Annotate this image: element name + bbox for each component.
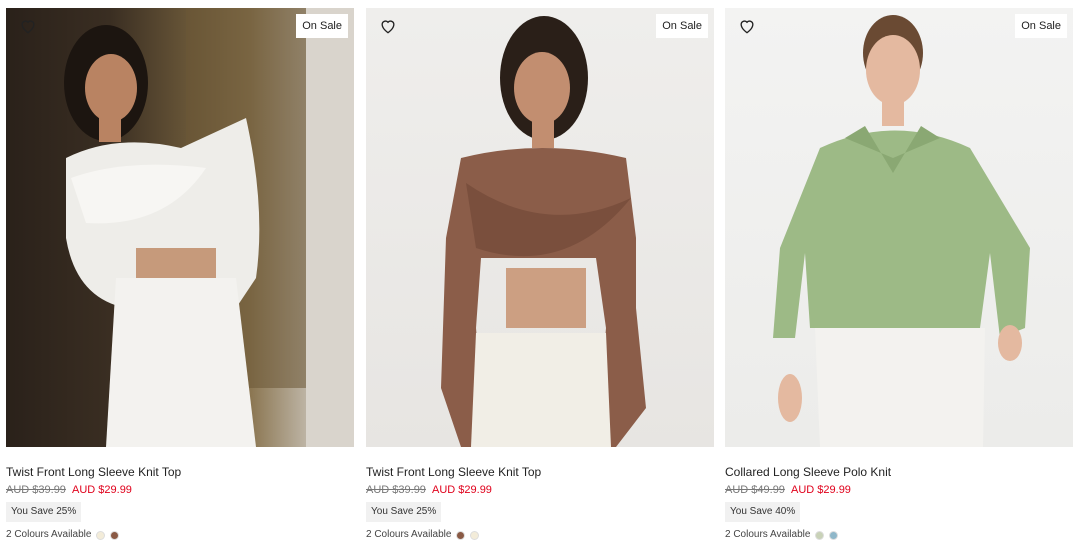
colour-options: 2 Colours Available <box>6 529 354 541</box>
original-price: AUD $39.99 <box>6 484 66 496</box>
colour-swatch[interactable] <box>96 530 106 540</box>
colour-options: 2 Colours Available <box>366 529 714 541</box>
colours-available-label: 2 Colours Available <box>6 529 92 540</box>
on-sale-badge: On Sale <box>296 14 348 38</box>
original-price: AUD $39.99 <box>366 484 426 496</box>
savings-badge: You Save 25% <box>366 502 442 522</box>
colour-swatch[interactable] <box>456 530 466 540</box>
colours-available-label: 2 Colours Available <box>366 529 452 540</box>
price-row: AUD $39.99 AUD $29.99 <box>6 484 354 497</box>
product-card[interactable]: On Sale Twist Front Long Sleeve Knit Top… <box>6 8 354 541</box>
product-title[interactable]: Twist Front Long Sleeve Knit Top <box>6 465 354 479</box>
product-photo-illustration <box>773 15 1030 447</box>
price-row: AUD $49.99 AUD $29.99 <box>725 484 1073 497</box>
sale-price: AUD $29.99 <box>72 484 132 496</box>
product-title[interactable]: Collared Long Sleeve Polo Knit <box>725 465 1073 479</box>
price-row: AUD $39.99 AUD $29.99 <box>366 484 714 497</box>
colour-swatch[interactable] <box>829 530 839 540</box>
colour-options: 2 Colours Available <box>725 529 1073 541</box>
on-sale-badge: On Sale <box>656 14 708 38</box>
product-photo-illustration <box>64 8 354 447</box>
product-image[interactable]: On Sale <box>725 8 1073 447</box>
product-title[interactable]: Twist Front Long Sleeve Knit Top <box>366 465 714 479</box>
product-image[interactable]: On Sale <box>6 8 354 447</box>
product-image[interactable]: On Sale <box>366 8 714 447</box>
wishlist-heart-icon[interactable] <box>737 16 757 36</box>
wishlist-heart-icon[interactable] <box>18 16 38 36</box>
colour-swatch[interactable] <box>815 530 825 540</box>
product-card[interactable]: On Sale Collared Long Sleeve Polo Knit A… <box>725 8 1073 541</box>
sale-price: AUD $29.99 <box>432 484 492 496</box>
savings-badge: You Save 25% <box>6 502 82 522</box>
colours-available-label: 2 Colours Available <box>725 529 811 540</box>
product-card[interactable]: On Sale Twist Front Long Sleeve Knit Top… <box>366 8 714 541</box>
colour-swatch[interactable] <box>110 530 120 540</box>
product-grid: On Sale Twist Front Long Sleeve Knit Top… <box>0 0 1080 542</box>
product-photo-illustration <box>441 16 646 447</box>
original-price: AUD $49.99 <box>725 484 785 496</box>
sale-price: AUD $29.99 <box>791 484 851 496</box>
colour-swatch[interactable] <box>470 530 480 540</box>
wishlist-heart-icon[interactable] <box>378 16 398 36</box>
savings-badge: You Save 40% <box>725 502 801 522</box>
on-sale-badge: On Sale <box>1015 14 1067 38</box>
